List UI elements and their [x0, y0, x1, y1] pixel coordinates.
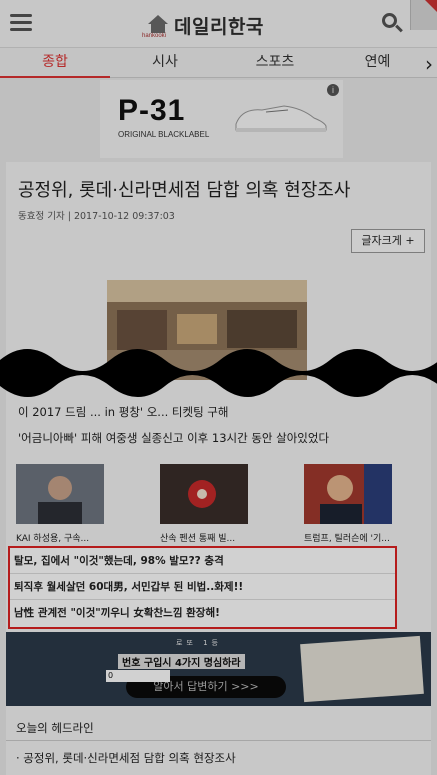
related-thumbnails: KAI 하성용, 구속... 산속 펜션 통째 빌... 트럼프, 틸러슨에 '…	[6, 464, 431, 544]
sneaker-image	[235, 105, 327, 132]
ad-banner[interactable]: P-31 ORIGINAL BLACKLABEL i	[100, 80, 343, 158]
chevron-right-icon[interactable]: ›	[425, 52, 433, 76]
thumb-image	[160, 464, 248, 524]
headline-link[interactable]: · 공정위, 롯데·신라면세점 담합 의혹 현장조사	[16, 750, 236, 766]
sponsored-link[interactable]: 탈모, 집에서 "이것"했는데, 98% 발모?? 충격	[10, 548, 395, 574]
divider	[6, 740, 431, 741]
tab-general[interactable]: 종합	[0, 48, 110, 78]
logo-sub: hankooki	[142, 33, 167, 39]
category-tabs: 종합 시사 스포츠 연예 ›	[0, 48, 437, 78]
thumb-caption: 트럼프, 틸러슨에 '기...	[304, 534, 390, 544]
top-header: hankooki 데일리한국	[0, 0, 437, 48]
tab-current-affairs[interactable]: 시사	[110, 48, 220, 78]
lotto-title: 번호 구입시 4가지 명심하라	[118, 654, 245, 669]
site-logo[interactable]: hankooki 데일리한국	[142, 10, 264, 40]
article-byline: 동효정 기자 | 2017-10-12 09:37:03	[18, 211, 175, 222]
article-headline: 공정위, 롯데·신라면세점 담합 의혹 현장조사	[18, 180, 351, 201]
thumb-item[interactable]: KAI 하성용, 구속...	[16, 464, 104, 544]
thumb-image	[16, 464, 104, 524]
corner-badge-icon[interactable]	[410, 0, 437, 30]
sponsored-links-box: 탈모, 집에서 "이것"했는데, 98% 발모?? 충격 퇴직후 월세살던 60…	[8, 546, 397, 629]
page-tear-divider	[0, 349, 437, 397]
lotto-ad-banner[interactable]: 로또 1등 번호 구입시 4가지 명심하라 알아서 답변하기 >>> 0	[6, 632, 431, 706]
menu-icon[interactable]	[10, 14, 32, 32]
sponsored-link[interactable]: 퇴직후 월세살던 60대男, 서민갑부 된 비법..화제!!	[10, 574, 395, 600]
lotto-ticket-image	[300, 635, 424, 703]
thumb-caption: KAI 하성용, 구속...	[16, 534, 90, 544]
ad-info-icon[interactable]: i	[327, 84, 339, 96]
logo-text: 데일리한국	[174, 15, 264, 38]
thumb-image	[304, 464, 392, 524]
page: hankooki 데일리한국 종합 시사 스포츠 연예 › P-31 ORIGI…	[0, 0, 437, 775]
lotto-top-text: 로또 1등	[176, 639, 222, 647]
section-title: 오늘의 헤드라인	[16, 721, 94, 735]
thumb-caption: 산속 펜션 통째 빌...	[160, 534, 236, 544]
sponsored-link[interactable]: 남性 관계전 "이것"끼우니 女확찬느낌 환장해!	[10, 600, 395, 626]
thumb-item[interactable]: 트럼프, 틸러슨에 '기...	[304, 464, 392, 544]
tab-entertainment[interactable]: 연예	[330, 48, 425, 78]
thumb-item[interactable]: 산속 펜션 통째 빌...	[160, 464, 248, 544]
font-size-button[interactable]: 글자크게 +	[351, 229, 425, 253]
logo-house-icon: hankooki	[142, 13, 170, 39]
lotto-input[interactable]: 0	[106, 670, 170, 682]
ad-subtitle: ORIGINAL BLACKLABEL	[118, 130, 210, 139]
search-icon[interactable]	[382, 13, 404, 35]
ad-title: P-31	[118, 94, 186, 127]
tab-sports[interactable]: 스포츠	[220, 48, 330, 78]
todays-headlines: 오늘의 헤드라인 · 공정위, 롯데·신라면세점 담합 의혹 현장조사	[6, 710, 431, 775]
related-news-link[interactable]: '어금니아빠' 피해 여중생 실종신고 이후 13시간 동안 살아있었다	[18, 430, 418, 446]
